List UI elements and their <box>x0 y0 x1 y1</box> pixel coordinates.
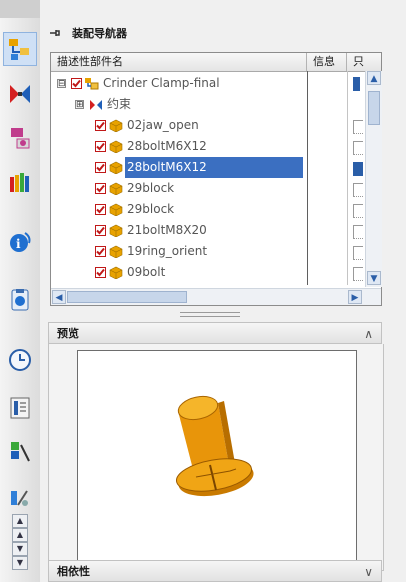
tree-row-component[interactable]: 29block <box>51 199 365 220</box>
navigator-header: 装配导航器 <box>48 22 388 44</box>
scroll-right-arrow-icon[interactable]: ▶ <box>348 290 362 304</box>
pin-icon[interactable] <box>48 26 62 40</box>
tree-row-label: 19ring_orient <box>127 244 208 258</box>
history-icon[interactable] <box>4 344 36 376</box>
component-icon <box>109 266 123 279</box>
tree-row-component[interactable]: 29block <box>51 178 365 199</box>
scroll-down-icon[interactable]: ▼ <box>12 542 28 556</box>
column-header-name[interactable]: 描述性部件名 <box>51 53 307 71</box>
tree-row-component[interactable]: 21boltM8X20 <box>51 220 365 241</box>
checkbox-checked-icon[interactable] <box>95 204 106 215</box>
analysis-icon[interactable] <box>4 482 36 514</box>
web-browser-icon[interactable]: i <box>4 226 36 258</box>
tree-row-component[interactable]: 09bolt <box>51 262 365 283</box>
component-icon <box>109 203 123 216</box>
only-column-icon <box>353 267 363 281</box>
preview-viewport[interactable] <box>77 350 357 564</box>
only-column-icon <box>353 141 363 155</box>
tree-row-component-selected[interactable]: 28boltM6X12 <box>51 157 365 178</box>
tree-row-component[interactable]: 28boltM6X12 <box>51 136 365 157</box>
assembly-navigator-icon[interactable] <box>3 32 37 66</box>
scroll-up-2-icon[interactable]: ▲ <box>12 528 28 542</box>
navigator-panel: 装配导航器 描述性部件名 信息 只 ⊟ Crinder Clamp-final … <box>40 0 406 582</box>
constraint-navigator-icon[interactable] <box>4 78 36 110</box>
tree-row-component[interactable]: 19ring_orient <box>51 241 365 262</box>
scroll-up-arrow-icon[interactable]: ▲ <box>367 71 381 85</box>
scroll-left-arrow-icon[interactable]: ◀ <box>52 290 66 304</box>
reuse-library-icon[interactable] <box>4 166 36 198</box>
tree-vertical-scrollbar[interactable]: ▲ ▼ <box>365 71 382 287</box>
preview-section-header[interactable]: 预览 ∧ <box>48 322 382 344</box>
component-icon <box>109 140 123 153</box>
tree-row-constraints[interactable]: ⊞ 约束 <box>51 94 365 115</box>
collapse-icon[interactable]: ⊟ <box>57 79 66 89</box>
component-icon <box>109 119 123 132</box>
tree-row-label: 02jaw_open <box>127 118 199 132</box>
scroll-down-arrow-icon[interactable]: ▼ <box>367 271 381 285</box>
expand-icon[interactable]: ⊞ <box>75 100 84 110</box>
tree-row-label: 29block <box>127 181 175 195</box>
column-header-info[interactable]: 信息 <box>307 53 347 71</box>
roles-icon[interactable] <box>4 436 36 468</box>
only-column-icon <box>353 246 363 260</box>
part-preview-image <box>175 395 254 497</box>
only-column-icon <box>353 225 363 239</box>
svg-text:i: i <box>16 237 21 251</box>
only-column-icon <box>353 204 363 218</box>
tree-row-label: 29block <box>127 202 175 216</box>
resource-bar: i ▲ ▲ ▼ ▼ <box>0 0 41 582</box>
checkbox-checked-icon[interactable] <box>71 78 82 89</box>
tree-horizontal-scrollbar[interactable]: ◀ ▶ <box>51 288 381 305</box>
only-column-icon <box>353 77 360 91</box>
system-materials-icon[interactable] <box>4 392 36 424</box>
dependencies-section-header[interactable]: 相依性 ∨ <box>48 560 382 582</box>
tree-row-label: 21boltM8X20 <box>127 223 207 237</box>
component-icon <box>109 161 123 174</box>
checkbox-checked-icon[interactable] <box>95 225 106 236</box>
scroll-up-icon[interactable]: ▲ <box>12 514 28 528</box>
assembly-tree[interactable]: 描述性部件名 信息 只 ⊟ Crinder Clamp-final ⊞ 约束 0… <box>50 52 382 306</box>
tree-row-label: 约束 <box>107 97 132 111</box>
component-icon <box>109 182 123 195</box>
tree-row-label: 28boltM6X12 <box>125 157 303 178</box>
column-header-row: 描述性部件名 信息 只 <box>51 53 381 72</box>
tree-row-label: Crinder Clamp-final <box>103 76 220 90</box>
dependencies-title: 相依性 <box>57 565 90 578</box>
expand-chevron-icon[interactable]: ∨ <box>364 561 373 583</box>
process-studio-icon[interactable] <box>4 284 36 316</box>
component-icon <box>109 224 123 237</box>
checkbox-checked-icon[interactable] <box>95 183 106 194</box>
assembly-icon <box>85 78 99 90</box>
navigator-title: 装配导航器 <box>72 27 127 40</box>
checkbox-checked-icon[interactable] <box>95 141 106 152</box>
only-column-icon <box>353 183 363 197</box>
constraints-icon <box>90 100 102 110</box>
checkbox-checked-icon[interactable] <box>95 267 106 278</box>
collapse-chevron-icon[interactable]: ∧ <box>364 323 373 345</box>
only-column-icon <box>353 120 363 134</box>
component-icon <box>109 245 123 258</box>
panel-splitter[interactable] <box>180 312 240 317</box>
tree-row-label: 28boltM6X12 <box>127 139 207 153</box>
preview-title: 预览 <box>57 327 79 340</box>
checkbox-checked-icon[interactable] <box>95 162 106 173</box>
h-scroll-thumb[interactable] <box>67 291 187 303</box>
resource-bar-top <box>0 0 40 18</box>
tree-row-root[interactable]: ⊟ Crinder Clamp-final <box>51 73 365 94</box>
checkbox-checked-icon[interactable] <box>95 120 106 131</box>
scroll-thumb[interactable] <box>368 91 380 125</box>
tree-row-component[interactable]: 02jaw_open <box>51 115 365 136</box>
part-navigator-icon[interactable] <box>4 122 36 154</box>
only-column-icon <box>353 162 363 176</box>
column-header-only[interactable]: 只 <box>347 53 381 71</box>
checkbox-checked-icon[interactable] <box>95 246 106 257</box>
tree-row-label: 09bolt <box>127 265 166 279</box>
scroll-down-2-icon[interactable]: ▼ <box>12 556 28 570</box>
